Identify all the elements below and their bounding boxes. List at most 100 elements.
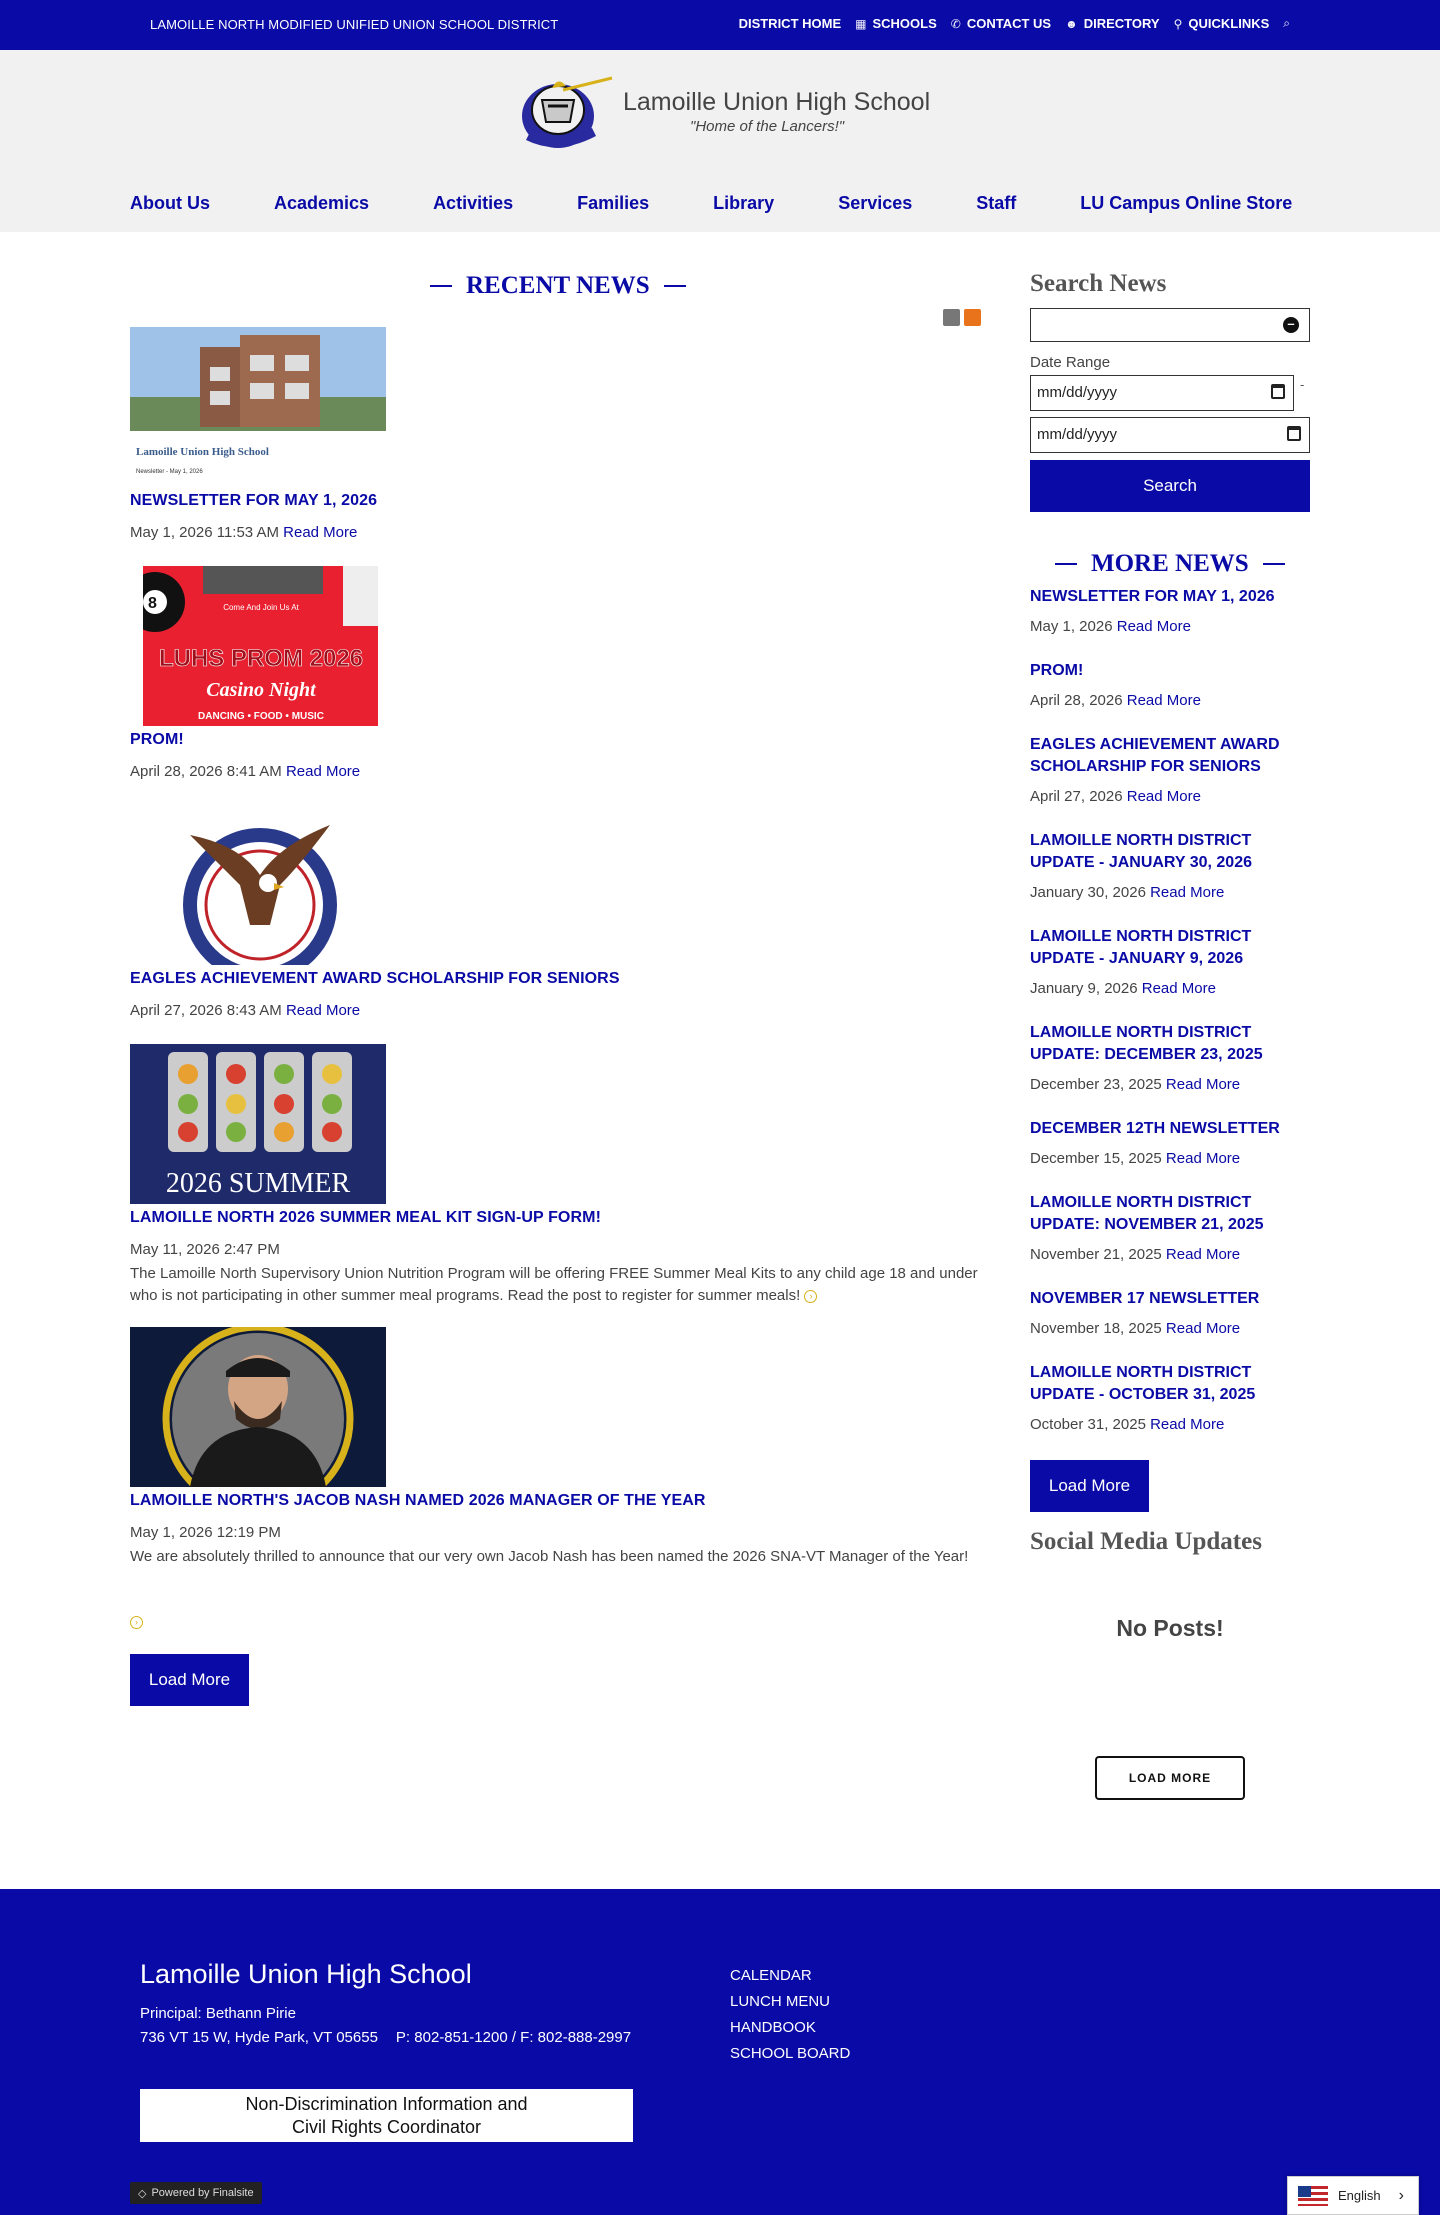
notification-bell-icon[interactable] bbox=[964, 309, 981, 326]
read-more-link[interactable]: Read More bbox=[1150, 1416, 1224, 1433]
district-name[interactable]: LAMOILLE NORTH MODIFIED UNIFIED UNION SC… bbox=[150, 17, 558, 32]
footer-school-name: Lamoille Union High School bbox=[140, 1959, 472, 1989]
footer-address: 736 VT 15 W, Hyde Park, VT 05655 bbox=[140, 2029, 378, 2046]
search-button[interactable]: ⌕ bbox=[1283, 16, 1290, 31]
more-news-load-more-button[interactable]: Load More bbox=[1030, 1460, 1149, 1512]
read-more-link[interactable]: Read More bbox=[1150, 884, 1224, 901]
news-date-row: April 28, 2026 8:41 AM Read More bbox=[130, 763, 360, 780]
calendar-icon[interactable] bbox=[1287, 426, 1301, 441]
load-more-button[interactable]: Load More bbox=[130, 1654, 249, 1706]
more-news-date-row: November 21, 2025 Read More bbox=[1030, 1246, 1310, 1263]
more-news-title-link[interactable]: EAGLES ACHIEVEMENT AWARD SCHOLARSHIP FOR… bbox=[1030, 736, 1280, 775]
nav-families[interactable]: Families bbox=[577, 193, 649, 214]
more-news-item: NOVEMBER 17 NEWSLETTER November 18, 2025… bbox=[1030, 1288, 1310, 1337]
phone-icon: ✆ bbox=[950, 16, 961, 31]
news-title[interactable]: PROM! bbox=[130, 731, 184, 749]
jacob-nash-portrait bbox=[130, 1327, 386, 1487]
more-news-title-link[interactable]: DECEMBER 12TH NEWSLETTER bbox=[1030, 1120, 1280, 1137]
more-news-date: May 1, 2026 bbox=[1030, 618, 1113, 635]
news-title[interactable]: LAMOILLE NORTH 2026 SUMMER MEAL KIT SIGN… bbox=[130, 1209, 601, 1227]
news-thumbnail[interactable] bbox=[130, 1327, 386, 1487]
main-nav: About Us Academics Activities Families L… bbox=[130, 193, 1356, 214]
nondisc-line-1: Non-Discrimination Information and bbox=[245, 2094, 528, 2114]
more-news-title-link[interactable]: LAMOILLE NORTH DISTRICT UPDATE - JANUARY… bbox=[1030, 832, 1252, 871]
nav-academics[interactable]: Academics bbox=[274, 193, 369, 214]
read-more-link[interactable]: Read More bbox=[1142, 980, 1216, 997]
more-news-item: DECEMBER 12TH NEWSLETTER December 15, 20… bbox=[1030, 1118, 1310, 1167]
district-home-label: DISTRICT HOME bbox=[738, 16, 842, 31]
district-home-link[interactable]: DISTRICT HOME bbox=[739, 16, 842, 31]
footer-principal: Principal: Bethann Pirie bbox=[140, 2005, 296, 2022]
language-selector[interactable]: English › bbox=[1287, 2176, 1419, 2215]
nav-library[interactable]: Library bbox=[713, 193, 774, 214]
news-title[interactable]: NEWSLETTER FOR MAY 1, 2026 bbox=[130, 492, 377, 510]
more-news-title-link[interactable]: PROM! bbox=[1030, 662, 1083, 679]
contact-us-link[interactable]: ✆ CONTACT US bbox=[951, 16, 1051, 31]
title-dash bbox=[1055, 563, 1077, 565]
nav-about-us[interactable]: About Us bbox=[130, 193, 210, 214]
read-more-link[interactable]: Read More bbox=[286, 763, 360, 780]
quicklinks-link[interactable]: ⚲ QUICKLINKS bbox=[1174, 16, 1270, 31]
read-more-link[interactable]: Read More bbox=[1127, 788, 1201, 805]
nav-activities[interactable]: Activities bbox=[433, 193, 513, 214]
lancer-logo[interactable] bbox=[508, 70, 616, 156]
news-thumbnail[interactable] bbox=[170, 805, 350, 965]
non-discrimination-button[interactable]: Non-Discrimination Information and Civil… bbox=[140, 2089, 633, 2142]
news-thumbnail[interactable]: 8 Come And Join Us At LUHS PROM 2026 Cas… bbox=[143, 566, 378, 726]
utility-bar: LAMOILLE NORTH MODIFIED UNIFIED UNION SC… bbox=[0, 0, 1440, 50]
nav-staff[interactable]: Staff bbox=[976, 193, 1016, 214]
news-date-row: May 1, 2026 11:53 AM Read More bbox=[130, 524, 357, 541]
start-date-field[interactable]: mm/dd/yyyy bbox=[1030, 375, 1294, 411]
read-more-link[interactable]: Read More bbox=[1166, 1320, 1240, 1337]
footer-link-calendar[interactable]: CALENDAR bbox=[730, 1963, 850, 1989]
site-footer: Lamoille Union High School Principal: Be… bbox=[0, 1889, 1440, 2215]
calendar-icon[interactable] bbox=[1271, 384, 1285, 399]
end-date-field[interactable]: mm/dd/yyyy bbox=[1030, 417, 1310, 453]
news-thumbnail[interactable]: Lamoille Union High School Newsletter - … bbox=[130, 327, 386, 487]
schools-label: SCHOOLS bbox=[872, 16, 937, 31]
news-summary: The Lamoille North Supervisory Union Nut… bbox=[130, 1263, 985, 1307]
more-news-item: PROM! April 28, 2026 Read More bbox=[1030, 660, 1310, 709]
more-news-date: November 21, 2025 bbox=[1030, 1246, 1162, 1263]
rss-icon[interactable] bbox=[943, 309, 960, 326]
footer-link-school-board[interactable]: SCHOOL BOARD bbox=[730, 2041, 850, 2067]
arrow-right-icon[interactable]: › bbox=[130, 1616, 143, 1629]
more-news-title-link[interactable]: LAMOILLE NORTH DISTRICT UPDATE - OCTOBER… bbox=[1030, 1364, 1255, 1403]
more-news-item: LAMOILLE NORTH DISTRICT UPDATE - OCTOBER… bbox=[1030, 1362, 1310, 1433]
news-title[interactable]: EAGLES ACHIEVEMENT AWARD SCHOLARSHIP FOR… bbox=[130, 970, 620, 988]
news-title[interactable]: LAMOILLE NORTH'S JACOB NASH NAMED 2026 M… bbox=[130, 1492, 706, 1510]
more-news-title-link[interactable]: NEWSLETTER FOR MAY 1, 2026 bbox=[1030, 588, 1275, 605]
directory-link[interactable]: ☻ DIRECTORY bbox=[1065, 16, 1159, 31]
footer-link-handbook[interactable]: HANDBOOK bbox=[730, 2015, 850, 2041]
social-load-more-button[interactable]: LOAD MORE bbox=[1095, 1756, 1245, 1800]
powered-by-badge[interactable]: ◇ Powered by Finalsite bbox=[130, 2182, 262, 2204]
nav-services[interactable]: Services bbox=[838, 193, 912, 214]
schools-link[interactable]: ▦ SCHOOLS bbox=[855, 16, 937, 31]
more-news-title-link[interactable]: LAMOILLE NORTH DISTRICT UPDATE: NOVEMBER… bbox=[1030, 1194, 1264, 1233]
search-submit-button[interactable]: Search bbox=[1030, 460, 1310, 512]
no-posts-message: No Posts! bbox=[1116, 1615, 1224, 1641]
utility-links: DISTRICT HOME ▦ SCHOOLS ✆ CONTACT US ☻ DIRE… bbox=[739, 16, 1290, 31]
read-more-link[interactable]: Read More bbox=[283, 524, 357, 541]
search-news-heading: Search News bbox=[1030, 270, 1167, 297]
read-more-link[interactable]: Read More bbox=[1166, 1076, 1240, 1093]
read-more-link[interactable]: Read More bbox=[1127, 692, 1201, 709]
more-news-title-link[interactable]: LAMOILLE NORTH DISTRICT UPDATE - JANUARY… bbox=[1030, 928, 1251, 967]
footer-link-lunch-menu[interactable]: LUNCH MENU bbox=[730, 1989, 850, 2015]
search-news-input[interactable]: – bbox=[1030, 308, 1310, 342]
more-news-date-row: October 31, 2025 Read More bbox=[1030, 1416, 1310, 1433]
more-news-date: October 31, 2025 bbox=[1030, 1416, 1146, 1433]
svg-text:8: 8 bbox=[148, 595, 157, 612]
more-news-title-link[interactable]: LAMOILLE NORTH DISTRICT UPDATE: DECEMBER… bbox=[1030, 1024, 1263, 1063]
arrow-right-icon[interactable]: › bbox=[804, 1289, 818, 1303]
read-more-link[interactable]: Read More bbox=[1166, 1150, 1240, 1167]
read-more-link[interactable]: Read More bbox=[286, 1002, 360, 1019]
news-date: May 11, 2026 2:47 PM bbox=[130, 1241, 280, 1258]
read-more-link[interactable]: Read More bbox=[1166, 1246, 1240, 1263]
read-more-link[interactable]: Read More bbox=[1117, 618, 1191, 635]
school-name[interactable]: Lamoille Union High School bbox=[623, 88, 930, 117]
more-news-title-link[interactable]: NOVEMBER 17 NEWSLETTER bbox=[1030, 1290, 1259, 1307]
nav-lu-campus-store[interactable]: LU Campus Online Store bbox=[1080, 193, 1292, 214]
news-thumbnail[interactable]: 2026 SUMMER bbox=[130, 1044, 386, 1204]
clear-icon[interactable]: – bbox=[1283, 317, 1299, 333]
